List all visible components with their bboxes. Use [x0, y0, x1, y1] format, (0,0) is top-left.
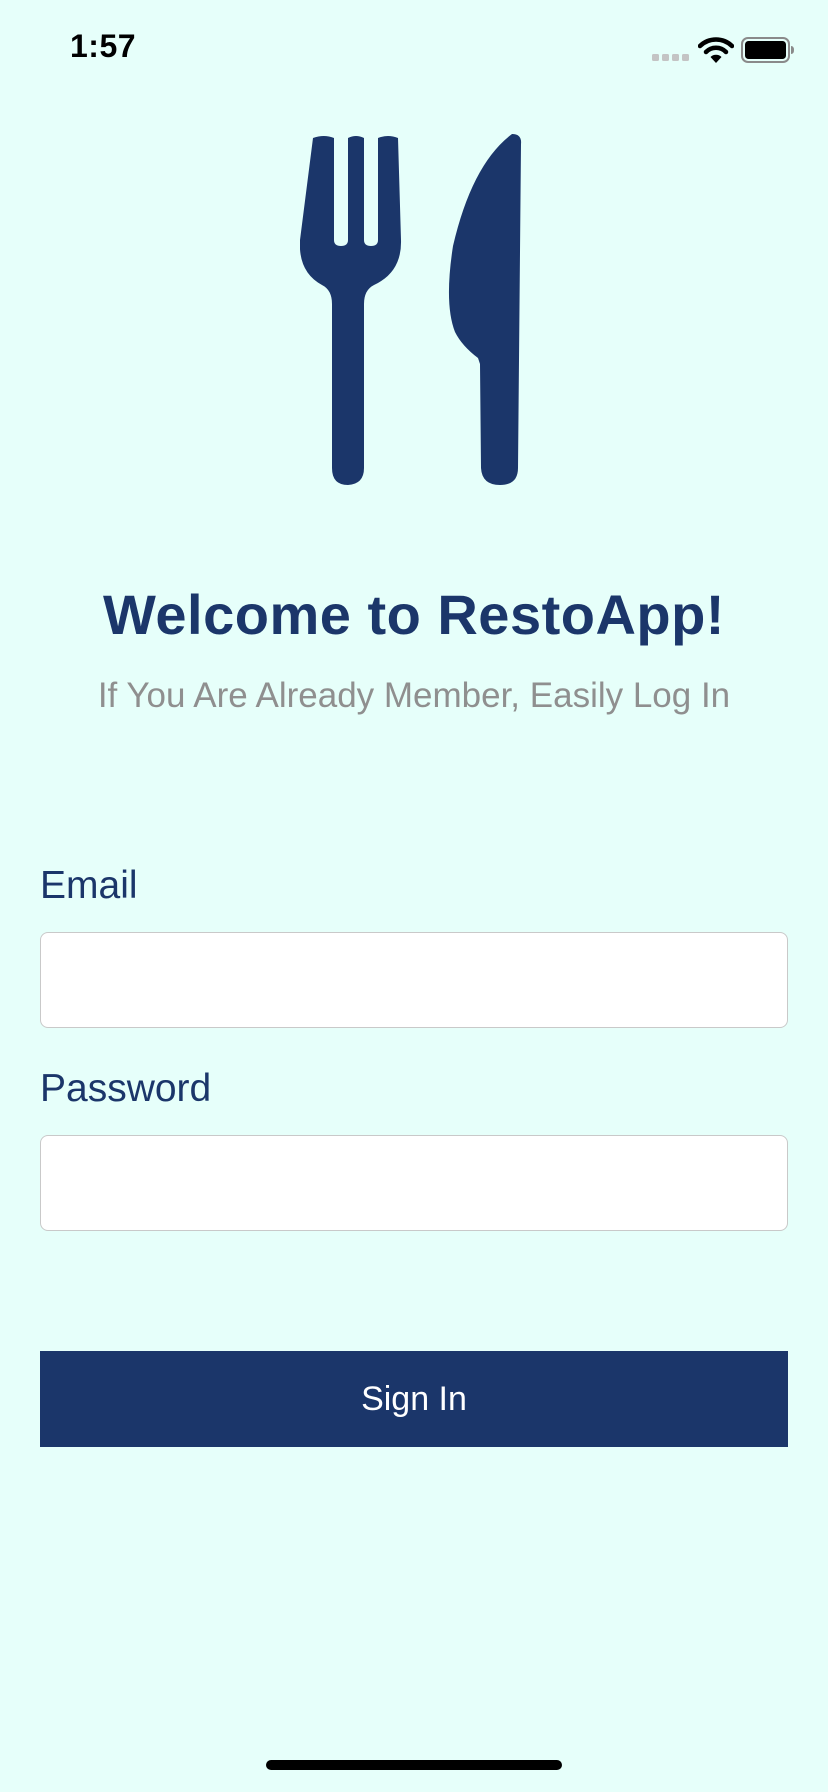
fork-knife-icon [300, 134, 522, 485]
signal-icon [652, 54, 689, 61]
password-field[interactable] [40, 1135, 788, 1231]
welcome-subtitle: If You Are Already Member, Easily Log In [97, 676, 731, 715]
welcome-title: Welcome to RestoApp! [103, 583, 725, 646]
wifi-icon [698, 37, 734, 63]
email-label: Email [40, 864, 138, 907]
home-indicator [266, 1760, 562, 1770]
status-bar: 1:57 [0, 0, 828, 100]
status-time: 1:57 [70, 28, 137, 64]
sign-in-button[interactable]: Sign In [40, 1351, 788, 1447]
email-field[interactable] [40, 932, 788, 1028]
password-label: Password [40, 1067, 212, 1110]
battery-icon [741, 37, 794, 63]
